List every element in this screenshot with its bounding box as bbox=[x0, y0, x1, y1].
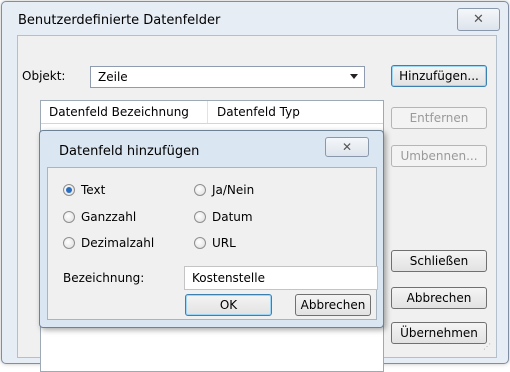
radio-unselected-icon bbox=[63, 211, 75, 223]
radio-integer[interactable]: Ganzzahl bbox=[63, 210, 136, 224]
name-input-value: Kostenstelle bbox=[192, 271, 265, 285]
dialog-title: Datenfeld hinzufügen bbox=[59, 144, 200, 159]
object-select-value: Zeile bbox=[98, 70, 128, 84]
column-header-name[interactable]: Datenfeld Bezeichnung bbox=[49, 105, 189, 119]
title-bar: Benutzerdefinierte Datenfelder ✕ bbox=[2, 2, 508, 36]
radio-integer-label: Ganzzahl bbox=[81, 210, 137, 224]
cancel-button[interactable]: Abbrechen bbox=[391, 287, 487, 309]
radio-unselected-icon bbox=[194, 184, 206, 196]
close-icon: ✕ bbox=[473, 12, 484, 27]
chevron-down-icon bbox=[350, 74, 358, 79]
column-header-type[interactable]: Datenfeld Typ bbox=[217, 105, 300, 119]
dialog-close-button[interactable]: ✕ bbox=[325, 137, 369, 157]
add-field-dialog: Datenfeld hinzufügen ✕ Text Ja/Nein Ganz… bbox=[39, 130, 384, 328]
radio-date-label: Datum bbox=[212, 210, 253, 224]
rename-button[interactable]: Umbennen... bbox=[391, 145, 487, 167]
list-header: Datenfeld Bezeichnung Datenfeld Typ bbox=[41, 101, 383, 124]
apply-button[interactable]: Übernehmen bbox=[391, 322, 487, 344]
radio-decimal-label: Dezimalzahl bbox=[81, 236, 155, 250]
dialog-body: Text Ja/Nein Ganzzahl Datum Dezimalzahl … bbox=[47, 167, 378, 320]
radio-yes-no[interactable]: Ja/Nein bbox=[194, 183, 254, 197]
radio-date[interactable]: Datum bbox=[194, 210, 253, 224]
radio-text-label: Text bbox=[81, 183, 106, 197]
radio-unselected-icon bbox=[194, 237, 206, 249]
radio-selected-icon bbox=[63, 184, 75, 196]
radio-unselected-icon bbox=[63, 237, 75, 249]
radio-url-label: URL bbox=[212, 236, 236, 250]
window-close-button[interactable]: ✕ bbox=[457, 8, 500, 31]
dialog-cancel-button[interactable]: Abbrechen bbox=[295, 294, 371, 316]
name-input[interactable]: Kostenstelle bbox=[184, 266, 378, 290]
close-icon: ✕ bbox=[341, 140, 353, 154]
object-label: Objekt: bbox=[22, 69, 66, 83]
close-button[interactable]: Schließen bbox=[391, 250, 487, 272]
column-separator bbox=[207, 101, 208, 123]
custom-fields-window: Benutzerdefinierte Datenfelder ✕ Objekt:… bbox=[1, 1, 509, 372]
object-select[interactable]: Zeile bbox=[90, 66, 365, 88]
radio-url[interactable]: URL bbox=[194, 236, 236, 250]
name-label: Bezeichnung: bbox=[63, 271, 145, 285]
radio-yes-no-label: Ja/Nein bbox=[212, 183, 255, 197]
resize-grip-icon[interactable]: ⋰ bbox=[483, 343, 493, 354]
ok-button[interactable]: OK bbox=[185, 294, 272, 316]
radio-decimal[interactable]: Dezimalzahl bbox=[63, 236, 154, 250]
add-button[interactable]: Hinzufügen... bbox=[391, 65, 487, 87]
window-title: Benutzerdefinierte Datenfelder bbox=[18, 13, 221, 28]
remove-button[interactable]: Entfernen bbox=[391, 107, 487, 129]
radio-unselected-icon bbox=[194, 211, 206, 223]
radio-text[interactable]: Text bbox=[63, 183, 105, 197]
